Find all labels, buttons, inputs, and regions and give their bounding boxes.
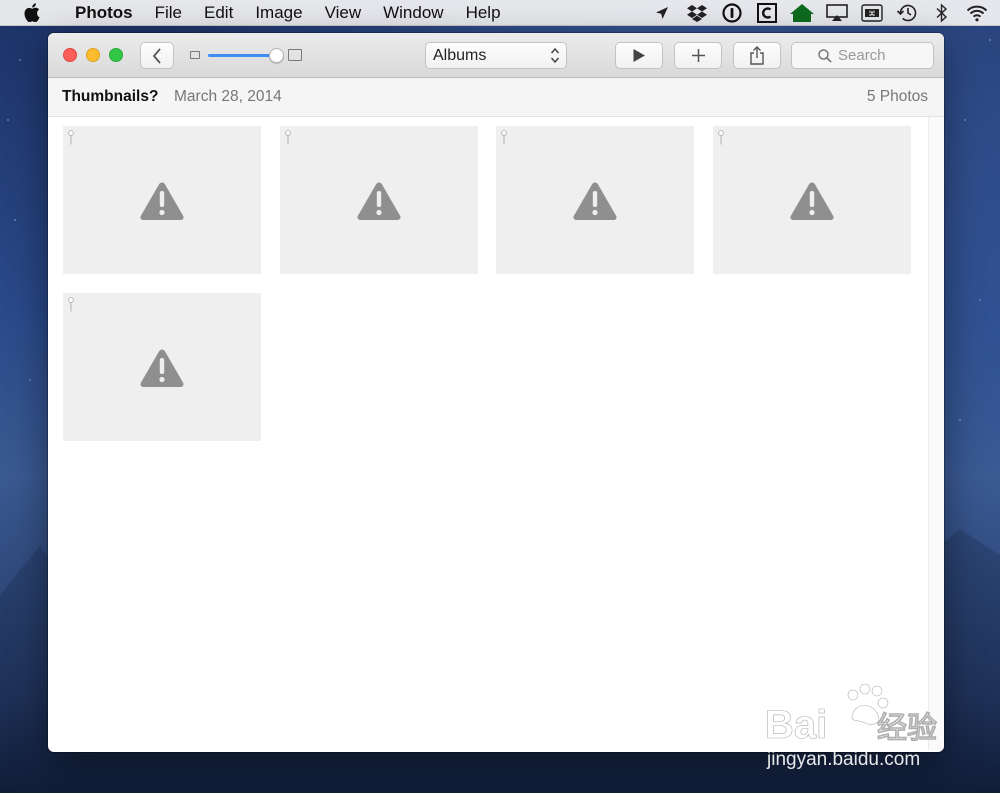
- search-icon: [818, 49, 832, 63]
- menu-view[interactable]: View: [314, 0, 373, 26]
- photos-window: Albums Search Thumbnails? March 28, 2014…: [48, 33, 944, 752]
- updown-chevron-icon: [550, 47, 560, 64]
- pin-icon: [68, 297, 74, 312]
- apple-menu-icon[interactable]: [0, 3, 64, 22]
- warning-icon: [140, 349, 184, 387]
- menu-image[interactable]: Image: [244, 0, 313, 26]
- photo-thumbnail[interactable]: [712, 126, 911, 274]
- search-field[interactable]: Search: [791, 42, 934, 69]
- album-title: Thumbnails?: [62, 88, 159, 105]
- play-icon: [633, 49, 645, 62]
- bluetooth-icon[interactable]: [924, 0, 959, 26]
- large-photo-icon: [288, 49, 302, 61]
- menu-help[interactable]: Help: [455, 0, 512, 26]
- photo-thumbnail[interactable]: [63, 293, 261, 441]
- close-window-button[interactable]: [63, 48, 77, 62]
- pin-icon: [501, 130, 507, 145]
- location-icon[interactable]: [644, 0, 679, 26]
- photo-count: 5 Photos: [866, 88, 928, 105]
- albums-select[interactable]: Albums: [425, 42, 567, 69]
- warning-icon: [789, 182, 834, 220]
- pin-icon: [284, 130, 291, 145]
- fullscreen-window-button[interactable]: [109, 48, 123, 62]
- zoom-slider[interactable]: [190, 47, 304, 64]
- warning-icon: [573, 182, 617, 220]
- scrollbar[interactable]: [928, 117, 944, 750]
- chevron-left-icon: [152, 47, 161, 64]
- album-date: March 28, 2014: [174, 88, 282, 105]
- slideshow-button[interactable]: [615, 42, 663, 69]
- c-app-icon[interactable]: [749, 0, 784, 26]
- share-button[interactable]: [733, 42, 781, 69]
- wifi-icon[interactable]: [959, 0, 994, 26]
- menu-app-name[interactable]: Photos: [64, 0, 144, 26]
- svg-text:jingyan.baidu.com: jingyan.baidu.com: [766, 749, 920, 770]
- svg-text:⌘: ⌘: [868, 10, 875, 18]
- small-photo-icon: [190, 51, 200, 59]
- menu-bar: Photos File Edit Image View Window Help …: [0, 0, 1000, 26]
- svg-text:经验: 经验: [877, 711, 937, 746]
- search-placeholder: Search: [838, 47, 886, 64]
- home-icon[interactable]: [784, 0, 819, 26]
- airplay-icon[interactable]: [819, 0, 854, 26]
- slider-fill: [208, 54, 277, 57]
- window-toolbar: Albums Search: [48, 33, 944, 78]
- menu-edit[interactable]: Edit: [193, 0, 244, 26]
- menu-window[interactable]: Window: [372, 0, 454, 26]
- time-machine-icon[interactable]: [889, 0, 924, 26]
- albums-select-label: Albums: [433, 46, 487, 64]
- onepassword-icon[interactable]: [714, 0, 749, 26]
- status-menu-area: ⌘: [644, 0, 1000, 26]
- back-button[interactable]: [140, 42, 174, 69]
- menu-file[interactable]: File: [144, 0, 193, 26]
- pin-icon: [68, 130, 74, 145]
- plus-icon: [691, 49, 705, 62]
- keyboard-icon[interactable]: ⌘: [854, 0, 889, 26]
- baidu-jingyan-watermark: Bai 经验 jingyan.baidu.com: [765, 683, 937, 770]
- warning-icon: [140, 182, 184, 220]
- dropbox-icon[interactable]: [679, 0, 714, 26]
- minimize-window-button[interactable]: [86, 48, 100, 62]
- add-button[interactable]: [674, 42, 722, 69]
- photo-thumbnail[interactable]: [279, 126, 478, 274]
- pin-icon: [717, 130, 724, 145]
- album-info-bar: Thumbnails? March 28, 2014 5 Photos: [48, 78, 944, 117]
- photo-thumbnail[interactable]: [496, 126, 694, 274]
- share-icon: [750, 46, 764, 65]
- warning-icon: [356, 182, 401, 220]
- photo-thumbnail[interactable]: [63, 126, 261, 274]
- slider-knob[interactable]: [268, 48, 284, 63]
- svg-text:Bai: Bai: [765, 703, 827, 747]
- photo-grid: [48, 117, 944, 750]
